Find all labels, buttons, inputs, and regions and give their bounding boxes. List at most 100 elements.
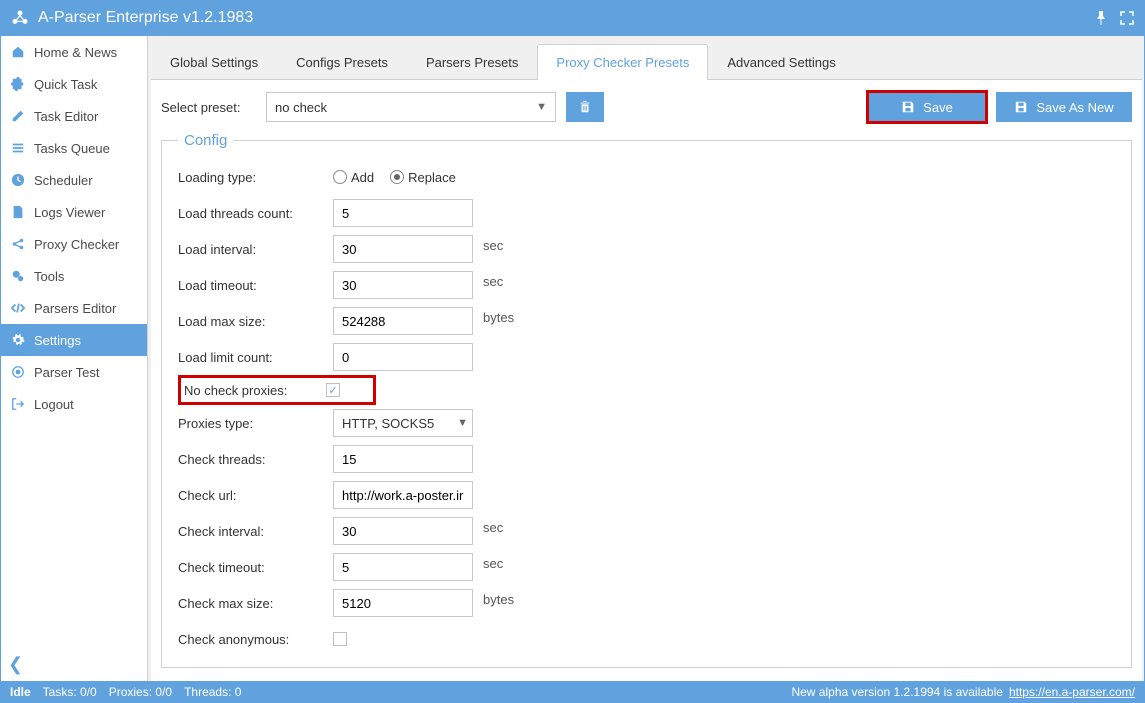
sidebar-item-logout[interactable]: Logout xyxy=(0,388,147,420)
app-header: A-Parser Enterprise v1.2.1983 xyxy=(0,0,1145,36)
sidebar-collapse-icon[interactable]: ❮ xyxy=(0,648,147,681)
sidebar-item-parsers-editor[interactable]: Parsers Editor xyxy=(0,292,147,324)
sidebar-item-proxy-checker[interactable]: Proxy Checker xyxy=(0,228,147,260)
check-url-label: Check url: xyxy=(178,488,333,503)
sidebar-item-tools[interactable]: Tools xyxy=(0,260,147,292)
status-link[interactable]: https://en.a-parser.com/ xyxy=(1009,685,1135,699)
check-anonymous-checkbox[interactable] xyxy=(333,632,347,646)
status-bar: Idle Tasks: 0/0 Proxies: 0/0 Threads: 0 … xyxy=(0,681,1145,703)
preset-select-value: no check xyxy=(275,100,327,115)
sidebar-item-label: Parser Test xyxy=(34,365,100,380)
sidebar-item-quick-task[interactable]: Quick Task xyxy=(0,68,147,100)
save-button[interactable]: Save xyxy=(868,92,986,122)
sidebar-item-task-editor[interactable]: Task Editor xyxy=(0,100,147,132)
load-timeout-input[interactable] xyxy=(333,271,473,299)
loading-type-radiogroup: Add Replace xyxy=(333,170,456,185)
status-idle: Idle xyxy=(10,685,31,699)
load-timeout-row: Load timeout: sec xyxy=(178,267,1121,303)
proxies-type-value: HTTP, SOCKS5 xyxy=(342,416,434,431)
chevron-down-icon: ▼ xyxy=(536,101,547,113)
tab-global-settings[interactable]: Global Settings xyxy=(151,44,277,80)
load-max-size-label: Load max size: xyxy=(178,314,333,329)
chevron-down-icon: ▼ xyxy=(457,417,468,429)
sidebar-item-label: Task Editor xyxy=(34,109,98,124)
sidebar-item-tasks-queue[interactable]: Tasks Queue xyxy=(0,132,147,164)
tab-parsers-presets[interactable]: Parsers Presets xyxy=(407,44,537,80)
save-as-new-button-label: Save As New xyxy=(1036,100,1113,115)
clock-icon xyxy=(10,172,26,188)
loading-type-label: Loading type: xyxy=(178,170,333,185)
check-interval-unit: sec xyxy=(483,520,503,535)
tab-configs-presets[interactable]: Configs Presets xyxy=(277,44,407,80)
sidebar-item-settings[interactable]: Settings xyxy=(0,324,147,356)
load-interval-label: Load interval: xyxy=(178,242,333,257)
app-logo-icon xyxy=(10,8,30,28)
radio-label: Add xyxy=(351,170,374,185)
tab-advanced-settings[interactable]: Advanced Settings xyxy=(708,44,854,80)
load-limit-count-row: Load limit count: xyxy=(178,339,1121,375)
sidebar: Home & News Quick Task Task Editor Tasks… xyxy=(0,36,148,681)
code-icon xyxy=(10,300,26,316)
load-threads-count-row: Load threads count: xyxy=(178,195,1121,231)
proxies-type-label: Proxies type: xyxy=(178,416,333,431)
list-icon xyxy=(10,140,26,156)
sidebar-item-label: Home & News xyxy=(34,45,117,60)
trash-icon xyxy=(578,100,592,114)
sidebar-item-parser-test[interactable]: Parser Test xyxy=(0,356,147,388)
loading-type-add-radio[interactable]: Add xyxy=(333,170,374,185)
preset-select[interactable]: no check ▼ xyxy=(266,92,556,122)
load-interval-row: Load interval: sec xyxy=(178,231,1121,267)
check-url-row: Check url: xyxy=(178,477,1121,513)
select-preset-label: Select preset: xyxy=(161,100,256,115)
signout-icon xyxy=(10,396,26,412)
check-max-size-row: Check max size: bytes xyxy=(178,585,1121,621)
save-icon xyxy=(1014,100,1028,114)
load-threads-count-input[interactable] xyxy=(333,199,473,227)
no-check-proxies-checkbox[interactable]: ✓ xyxy=(326,383,340,397)
gear-icon xyxy=(10,332,26,348)
pin-icon[interactable] xyxy=(1093,10,1109,26)
save-as-new-button[interactable]: Save As New xyxy=(996,92,1132,122)
sidebar-item-scheduler[interactable]: Scheduler xyxy=(0,164,147,196)
sidebar-item-label: Logs Viewer xyxy=(34,205,105,220)
sidebar-item-label: Parsers Editor xyxy=(34,301,116,316)
radio-checked-icon xyxy=(390,170,404,184)
tab-proxy-checker-presets[interactable]: Proxy Checker Presets xyxy=(537,44,708,80)
check-max-size-input[interactable] xyxy=(333,589,473,617)
sidebar-item-logs-viewer[interactable]: Logs Viewer xyxy=(0,196,147,228)
check-url-input[interactable] xyxy=(333,481,473,509)
sidebar-item-label: Quick Task xyxy=(34,77,97,92)
proxies-type-select[interactable]: HTTP, SOCKS5 ▼ xyxy=(333,409,473,437)
sidebar-item-home-news[interactable]: Home & News xyxy=(0,36,147,68)
loading-type-replace-radio[interactable]: Replace xyxy=(390,170,456,185)
main-panel: Global Settings Configs Presets Parsers … xyxy=(148,36,1145,681)
load-max-size-unit: bytes xyxy=(483,310,514,325)
check-timeout-label: Check timeout: xyxy=(178,560,333,575)
puzzle-icon xyxy=(10,76,26,92)
load-limit-count-label: Load limit count: xyxy=(178,350,333,365)
sidebar-item-label: Proxy Checker xyxy=(34,237,119,252)
check-interval-input[interactable] xyxy=(333,517,473,545)
check-anonymous-row: Check anonymous: xyxy=(178,621,1121,657)
proxies-type-row: Proxies type: HTTP, SOCKS5 ▼ xyxy=(178,405,1121,441)
load-interval-input[interactable] xyxy=(333,235,473,263)
check-timeout-row: Check timeout: sec xyxy=(178,549,1121,585)
file-icon xyxy=(10,204,26,220)
delete-preset-button[interactable] xyxy=(566,92,604,122)
load-timeout-unit: sec xyxy=(483,274,503,289)
sidebar-item-label: Tools xyxy=(34,269,64,284)
check-timeout-input[interactable] xyxy=(333,553,473,581)
tabs-bar: Global Settings Configs Presets Parsers … xyxy=(151,44,1142,80)
load-limit-count-input[interactable] xyxy=(333,343,473,371)
check-threads-input[interactable] xyxy=(333,445,473,473)
load-max-size-row: Load max size: bytes xyxy=(178,303,1121,339)
sidebar-item-label: Scheduler xyxy=(34,173,93,188)
no-check-proxies-label: No check proxies: xyxy=(184,383,326,398)
no-check-proxies-row: No check proxies: ✓ xyxy=(178,375,376,405)
save-icon xyxy=(901,100,915,114)
status-tasks: Tasks: 0/0 xyxy=(43,685,97,699)
load-max-size-input[interactable] xyxy=(333,307,473,335)
fullscreen-icon[interactable] xyxy=(1119,10,1135,26)
pencil-icon xyxy=(10,108,26,124)
load-interval-unit: sec xyxy=(483,238,503,253)
